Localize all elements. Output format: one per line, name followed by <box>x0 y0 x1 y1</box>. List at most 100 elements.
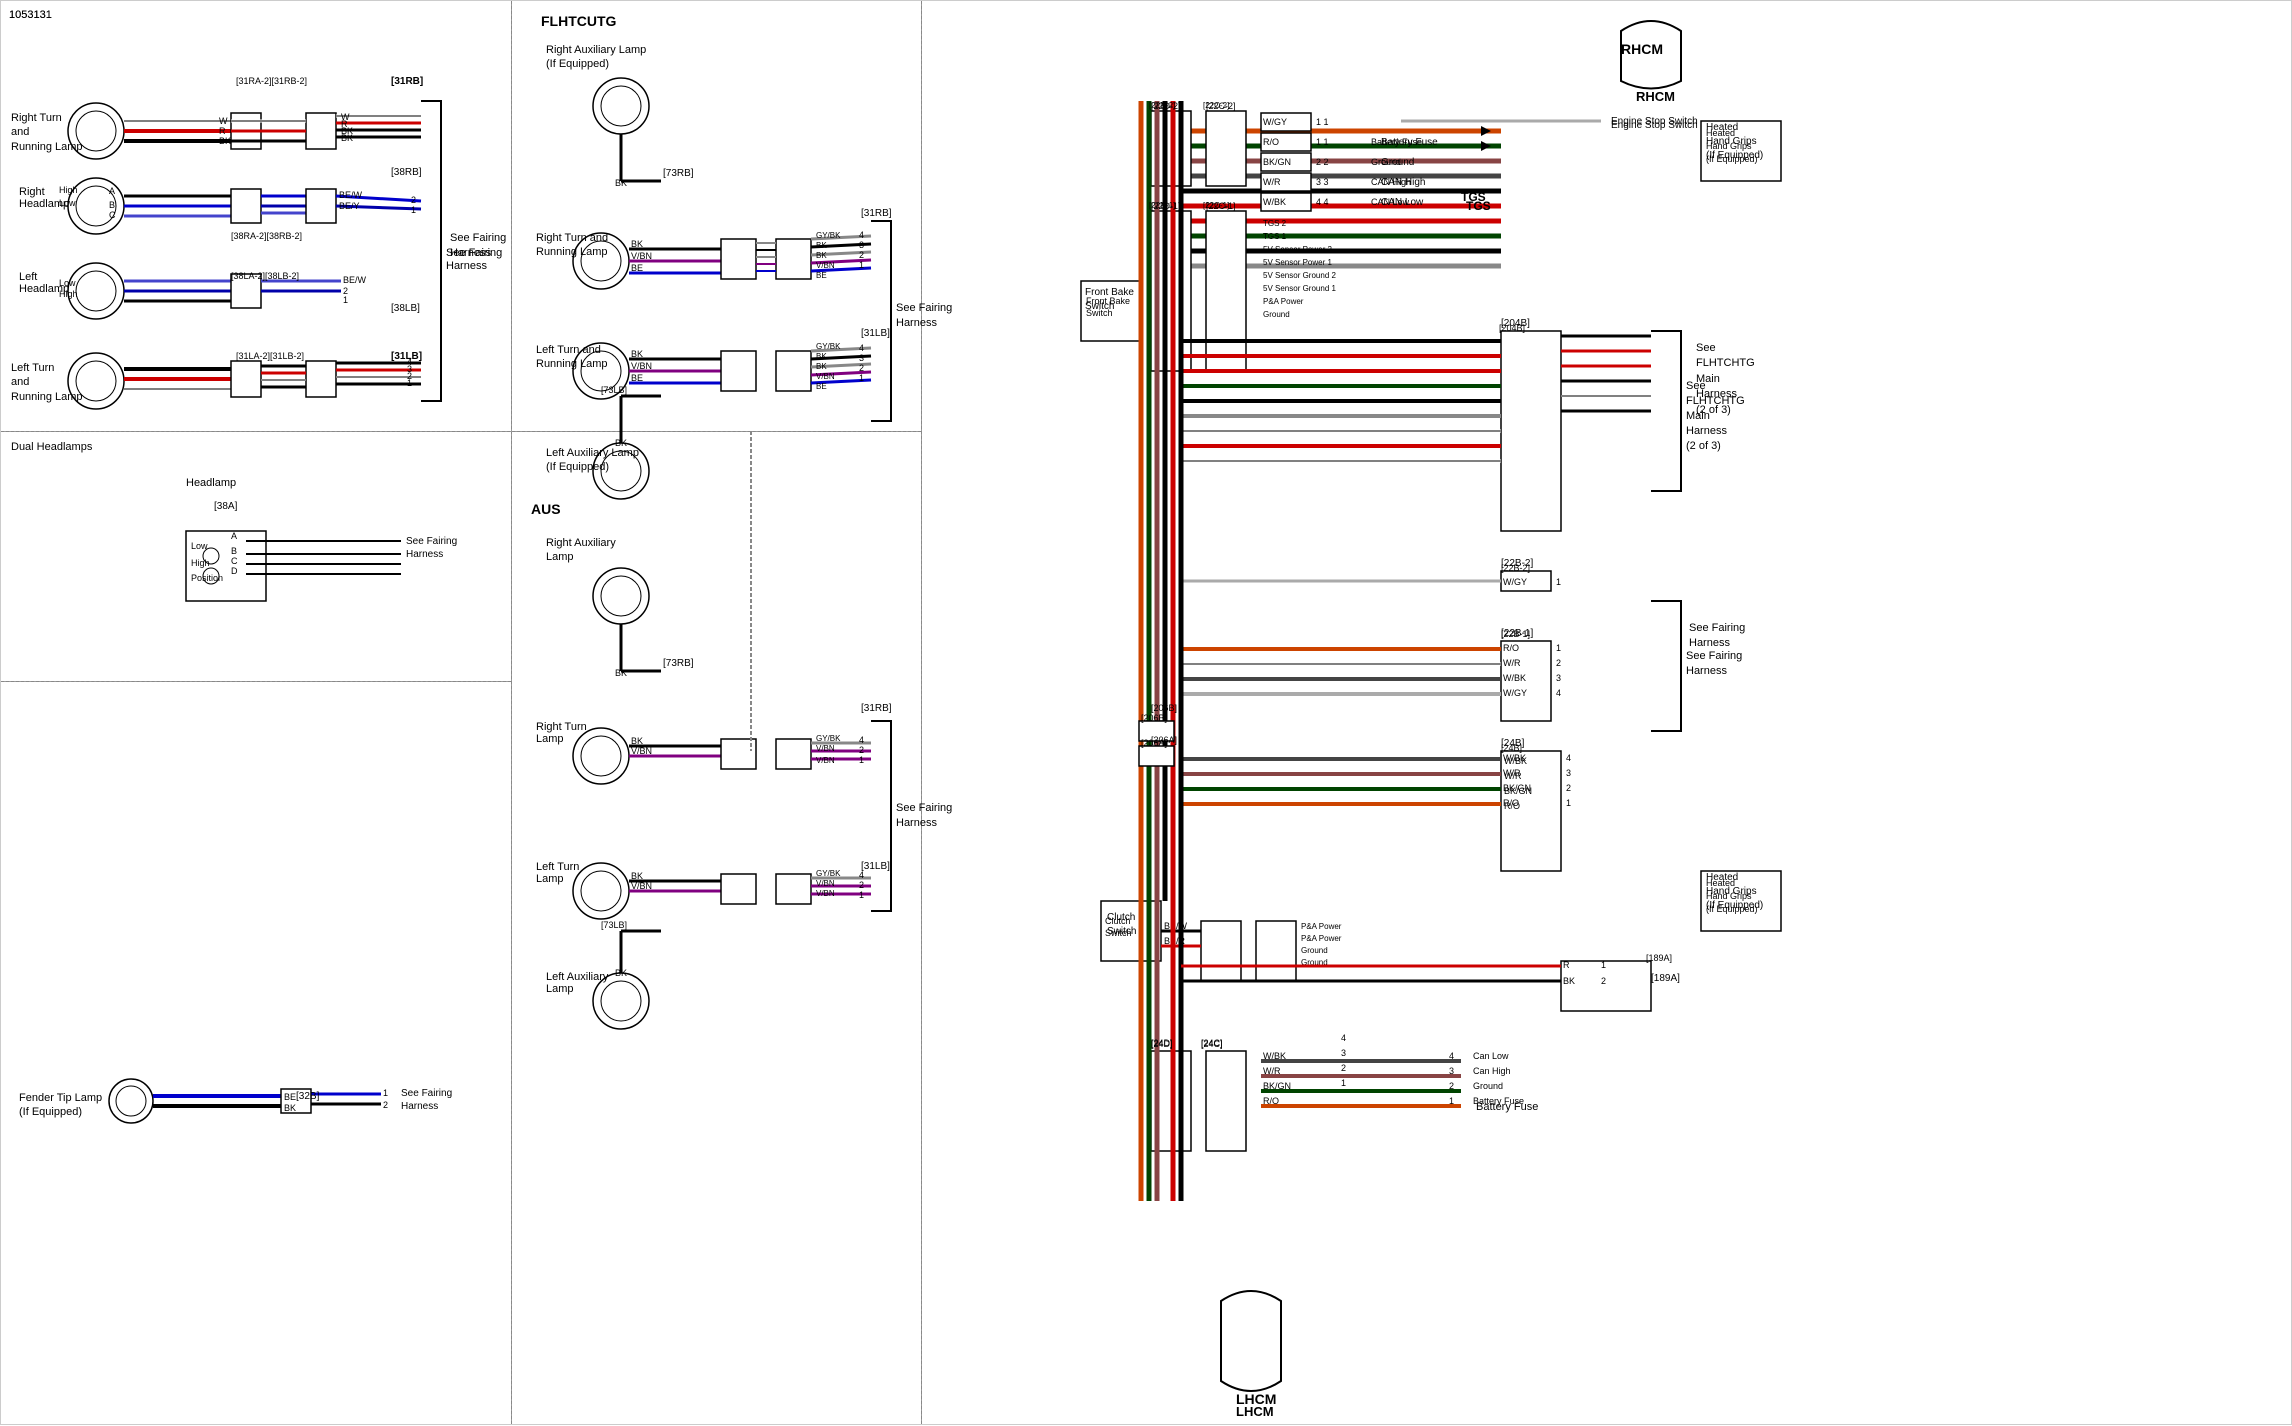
svg-text:Can Low: Can Low <box>1473 1051 1509 1061</box>
heated-hand-grips-bottom-label: HeatedHand Grips(If Equipped) <box>1706 871 1763 913</box>
svg-text:R/O: R/O <box>1263 137 1279 147</box>
connector-38rb-label: [38RB] <box>391 167 422 178</box>
svg-text:W/R: W/R <box>1503 658 1521 668</box>
svg-text:R: R <box>341 119 348 129</box>
ground-label-top: Ground <box>1381 157 1414 168</box>
svg-text:V/BN: V/BN <box>631 361 652 371</box>
vdivider-2 <box>921 1 922 1424</box>
svg-text:GY/BK: GY/BK <box>816 231 841 240</box>
24d-label: [24D] <box>1151 1039 1173 1049</box>
svg-text:[31RB]: [31RB] <box>861 703 892 714</box>
svg-text:GY/BK: GY/BK <box>816 734 841 743</box>
battery-fuse-label-top: Battery Fuse <box>1381 137 1438 148</box>
svg-text:BK: BK <box>816 352 827 361</box>
svg-text:1: 1 <box>1341 1078 1346 1088</box>
svg-text:See Fairing: See Fairing <box>1686 650 1742 662</box>
svg-text:2: 2 <box>407 371 412 381</box>
svg-text:[206B]: [206B] <box>1151 703 1177 713</box>
svg-text:Harness: Harness <box>1686 665 1727 677</box>
206b-label: [206B] <box>1141 713 1167 723</box>
svg-text:BE/W: BE/W <box>343 275 367 285</box>
svg-text:4: 4 <box>859 343 864 353</box>
svg-text:1: 1 <box>411 205 416 215</box>
svg-text:GY/BK: GY/BK <box>816 869 841 878</box>
svg-text:W/GY: W/GY <box>1263 117 1287 127</box>
svg-text:Ground: Ground <box>1301 958 1328 967</box>
see-flhtchtg-label: SeeFLHTCHTGMainHarness(2 of 3) <box>1696 341 1755 418</box>
svg-text:P&A Power: P&A Power <box>1301 934 1342 943</box>
22b1-label: [22B-1] <box>1501 629 1530 639</box>
svg-text:Harness: Harness <box>1686 425 1727 437</box>
vdivider-1 <box>511 1 512 1424</box>
right-turn-lamp-aus-label: Right TurnLamp <box>536 721 587 745</box>
svg-text:A: A <box>231 531 237 541</box>
see-fairing-tl-label: See FairingHarness <box>450 231 506 262</box>
svg-text:W/BK: W/BK <box>1503 673 1526 683</box>
svg-text:BK: BK <box>341 133 353 143</box>
svg-text:3: 3 <box>859 353 864 363</box>
svg-text:4: 4 <box>1341 1033 1346 1043</box>
left-aux-lamp-aus-label: Left AuxiliaryLamp <box>546 971 608 995</box>
svg-text:2 2: 2 2 <box>1316 157 1329 167</box>
svg-text:BK: BK <box>631 736 643 746</box>
connector-31lb-label: [31LB] <box>391 351 422 362</box>
left-turn-running-lamp-center-label: Left Turn andRunning Lamp <box>536 343 608 372</box>
svg-text:3 3: 3 3 <box>1316 177 1329 187</box>
svg-text:BK/GN: BK/GN <box>1263 1081 1291 1091</box>
svg-text:BE: BE <box>816 382 827 391</box>
svg-text:W/BK: W/BK <box>1263 1051 1286 1061</box>
svg-text:See Fairing: See Fairing <box>896 302 952 314</box>
svg-text:W/BK: W/BK <box>1504 756 1527 766</box>
svg-text:Harness: Harness <box>896 317 937 329</box>
svg-text:V/BN: V/BN <box>631 746 652 756</box>
svg-text:1: 1 <box>1556 577 1561 587</box>
svg-text:BK/GN: BK/GN <box>1263 157 1291 167</box>
svg-text:[73LB]: [73LB] <box>601 920 627 930</box>
svg-text:Harness: Harness <box>896 817 937 829</box>
svg-text:Harness: Harness <box>446 260 487 272</box>
svg-text:1: 1 <box>859 890 864 900</box>
189a-label: [189A] <box>1646 953 1672 963</box>
svg-text:W: W <box>219 116 228 126</box>
svg-text:5V Sensor Power 1: 5V Sensor Power 1 <box>1263 258 1332 267</box>
svg-text:4: 4 <box>859 735 864 745</box>
connector-38ra2-label: [38RA-2][38RB-2] <box>231 231 302 241</box>
svg-text:W/R: W/R <box>1504 771 1522 781</box>
svg-text:BK: BK <box>1563 976 1575 986</box>
svg-text:2: 2 <box>1341 1063 1346 1073</box>
22c1-label: [22C-1] <box>1203 201 1229 210</box>
svg-text:BE: BE <box>816 271 827 280</box>
svg-text:1: 1 <box>1566 798 1571 808</box>
22d1-label: [22D-1] <box>1149 201 1175 210</box>
svg-text:BK: BK <box>631 239 643 249</box>
22b2-label: [22B-2] <box>1501 563 1530 573</box>
connector-31ra2-label: [31RA-2][31RB-2] <box>236 76 307 86</box>
right-aux-lamp-aus-label: Right AuxiliaryLamp <box>546 536 616 565</box>
doc-id-label: 1053131 <box>9 9 52 21</box>
svg-text:3: 3 <box>1341 1048 1346 1058</box>
svg-text:4 4: 4 4 <box>1316 197 1329 207</box>
svg-text:[73RB]: [73RB] <box>663 168 694 179</box>
svg-text:1 1: 1 1 <box>1316 117 1329 127</box>
svg-text:R/O: R/O <box>1504 801 1520 811</box>
svg-text:B: B <box>109 200 115 210</box>
svg-text:2: 2 <box>1566 783 1571 793</box>
connector-38la2-label: [38LA-2][38LB-2] <box>231 271 299 281</box>
right-headlamp-label: RightHeadlamp <box>19 186 69 210</box>
svg-text:V/BN: V/BN <box>816 372 835 381</box>
22c2-label: [22C-2] <box>1203 101 1229 110</box>
svg-text:High: High <box>191 558 210 568</box>
svg-text:3: 3 <box>1556 673 1561 683</box>
svg-text:V/BN: V/BN <box>816 744 835 753</box>
svg-text:R/O: R/O <box>1503 643 1519 653</box>
38a-label: [38A] <box>214 501 237 512</box>
headlamp-label: Headlamp <box>186 477 236 489</box>
svg-text:W/BK: W/BK <box>1503 753 1526 763</box>
svg-text:A: A <box>109 186 115 196</box>
svg-text:W: W <box>341 112 350 122</box>
svg-text:R: R <box>1563 960 1570 970</box>
svg-text:3: 3 <box>1449 1066 1454 1076</box>
svg-text:V/BN: V/BN <box>816 756 835 765</box>
connector-31la2-label: [31LA-2][31LB-2] <box>236 351 304 361</box>
svg-text:R/O: R/O <box>1263 1096 1279 1106</box>
